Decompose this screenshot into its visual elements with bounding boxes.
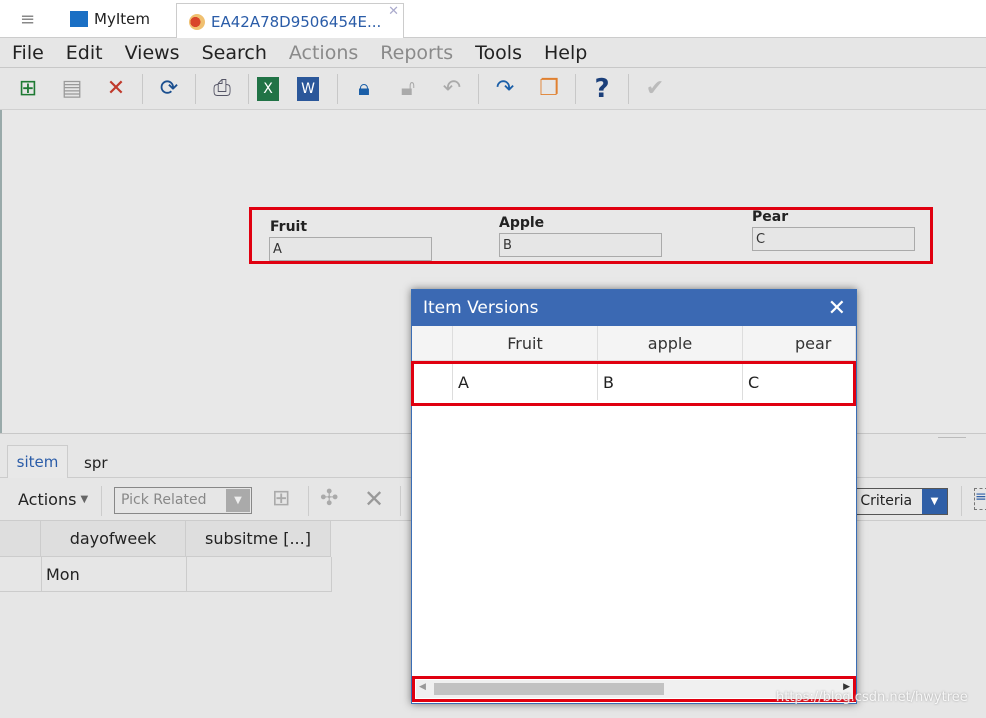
chevron-down-icon: ▼ <box>922 489 947 514</box>
splitter-handle[interactable] <box>938 437 966 438</box>
row-selector[interactable] <box>0 557 42 592</box>
chevron-down-icon: ▼ <box>226 489 250 512</box>
remove-icon[interactable]: ✕ <box>364 485 384 513</box>
separator <box>248 73 249 104</box>
tab-label: EA42A78D9506454E... <box>211 12 382 31</box>
tab-spr[interactable]: spr <box>84 454 108 472</box>
lock-icon[interactable]: 🔒︎ <box>346 73 382 105</box>
watermark: https://blog.csdn.net/hwytree <box>776 690 968 705</box>
item-instance-icon <box>189 13 205 30</box>
done-icon[interactable]: ✔ <box>637 73 673 105</box>
close-icon[interactable]: ✕ <box>828 296 846 321</box>
new-icon[interactable]: ⊞ <box>10 73 46 105</box>
delete-icon[interactable]: ✕ <box>98 73 134 105</box>
grid-layout-icon[interactable]: ≡ <box>974 488 986 510</box>
hamburger-menu-icon[interactable]: ≡ <box>20 9 35 30</box>
pick-related-label: Pick Related <box>121 492 207 508</box>
separator <box>575 73 576 104</box>
menu-actions[interactable]: Actions <box>289 42 358 64</box>
cell-dayofweek[interactable]: Mon <box>42 557 187 592</box>
separator <box>337 73 338 104</box>
item-icon <box>70 11 88 27</box>
menu-views[interactable]: Views <box>125 42 180 64</box>
excel-icon[interactable]: X <box>257 76 279 101</box>
menu-help[interactable]: Help <box>544 42 587 64</box>
close-tab-icon[interactable]: ✕ <box>388 4 399 19</box>
field-label-apple: Apple <box>499 215 545 231</box>
column-header-fruit[interactable]: Fruit <box>453 326 598 361</box>
separator <box>142 73 143 104</box>
menu-search[interactable]: Search <box>202 42 267 64</box>
actions-dropdown[interactable]: Actions ▼ <box>18 490 88 509</box>
separator <box>195 73 196 104</box>
word-icon[interactable]: W <box>297 76 319 101</box>
refresh-icon[interactable]: ⟳ <box>151 73 187 105</box>
unlock-icon[interactable]: 🔓︎ <box>390 73 426 105</box>
actions-label: Actions <box>18 490 77 509</box>
pick-related-select[interactable]: Pick Related ▼ <box>114 487 252 514</box>
menu-edit[interactable]: Edit <box>66 42 103 64</box>
toolbar: ⊞ ▤ ✕ ⟳ ⎙ X W 🔒︎ 🔓︎ ↶ ↷ ❐ ? ✔ <box>0 68 986 110</box>
save-icon[interactable]: ▤ <box>54 73 90 105</box>
menu-reports[interactable]: Reports <box>380 42 453 64</box>
tab-myitem[interactable]: MyItem <box>70 10 150 28</box>
print-icon[interactable]: ⎙ <box>204 73 240 105</box>
column-header-dayofweek[interactable]: dayofweek <box>41 521 186 557</box>
undo-icon[interactable]: ↶ <box>434 73 470 105</box>
dialog-header: Item Versions ✕ <box>412 290 856 326</box>
grid-corner <box>412 326 453 361</box>
field-apple[interactable]: B <box>499 233 662 257</box>
version-icon[interactable]: ❐ <box>531 73 567 105</box>
column-header-subsitme[interactable]: subsitme [...] <box>186 521 331 557</box>
column-header-pear[interactable]: pear <box>743 326 856 361</box>
tab-item-instance[interactable]: EA42A78D9506454E... ✕ <box>176 3 404 39</box>
caret-down-icon: ▼ <box>80 494 89 505</box>
menu-file[interactable]: File <box>12 42 44 64</box>
column-header-apple[interactable]: apple <box>598 326 743 361</box>
field-label-fruit: Fruit <box>270 219 308 235</box>
dialog-title: Item Versions <box>423 298 539 318</box>
promote-icon[interactable]: ↷ <box>487 73 523 105</box>
tab-sitem[interactable]: sitem <box>7 445 68 478</box>
version-row-highlight <box>411 361 856 406</box>
tab-bar: ≡ MyItem EA42A78D9506454E... ✕ <box>0 0 986 39</box>
help-icon[interactable]: ? <box>584 73 620 105</box>
field-pear[interactable]: C <box>752 227 915 251</box>
menu-tools[interactable]: Tools <box>475 42 522 64</box>
tab-label: MyItem <box>94 10 150 28</box>
replace-icon[interactable]: ✣ <box>320 486 338 511</box>
add-relationship-icon[interactable]: ⊞ <box>272 486 290 511</box>
item-versions-dialog: Item Versions ✕ Fruit apple pear A B C ◀ … <box>411 289 857 704</box>
separator <box>628 73 629 104</box>
cell-subsitme[interactable] <box>187 557 332 592</box>
field-label-pear: Pear <box>752 209 789 225</box>
grid-corner <box>0 521 41 557</box>
menu-bar: File Edit Views Search Actions Reports T… <box>0 38 986 68</box>
field-fruit[interactable]: A <box>269 237 432 261</box>
separator <box>478 73 479 104</box>
